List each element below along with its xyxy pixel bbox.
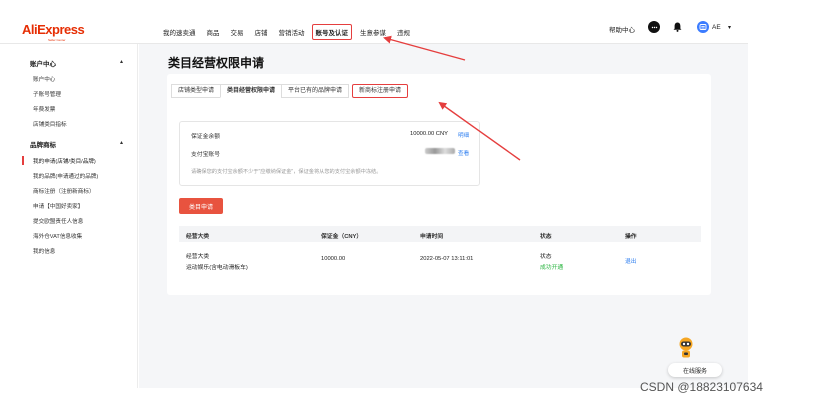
watermark: CSDN @18823107634 xyxy=(640,380,763,394)
table-header: 经营大类 保证金（CNY） 申请时间 状态 操作 xyxy=(179,226,701,242)
sidebar-item-sub-accounts[interactable]: 子账号管理 xyxy=(33,90,61,98)
alipay-view-link[interactable]: 查看 xyxy=(458,149,469,157)
tab-category-permission[interactable]: 类目经营权限申请 xyxy=(220,84,282,98)
help-center-link[interactable]: 帮助中心 xyxy=(609,24,635,34)
row-deposit: 10000.00 xyxy=(321,256,346,262)
nav-products[interactable]: 商品 xyxy=(207,27,220,37)
sidebar-item-my-applications[interactable]: 我的申请(店铺/类目/品牌) xyxy=(33,157,96,165)
column-header-deposit: 保证金（CNY） xyxy=(321,234,363,240)
main-nav: 我的速卖通 商品 交易 店铺 营销活动 账号及认证 生意参谋 违规 xyxy=(163,24,421,40)
sidebar: 账户中心 ▴ 账户中心 子账号管理 年费发票 店铺类目指标 品牌商标 ▴ 我的申… xyxy=(22,44,138,388)
nav-marketing[interactable]: 营销活动 xyxy=(279,27,305,37)
row-status-label: 状态 xyxy=(540,254,552,260)
row-subcategory: 运动娱乐(含电动滑板车) xyxy=(186,265,248,271)
nav-business-advisor[interactable]: 生意参谋 xyxy=(360,27,386,37)
tab-bar: 店铺类型申请 类目经营权限申请 平台已有的品牌申请 新商标注册申请 xyxy=(171,84,409,98)
sidebar-group-account-center[interactable]: 账户中心 xyxy=(30,58,56,68)
deposit-details-link[interactable]: 明细 xyxy=(458,131,469,139)
page-title: 类目经营权限申请 xyxy=(168,56,265,70)
nav-my-aliexpress[interactable]: 我的速卖通 xyxy=(163,27,196,37)
chevron-down-icon[interactable]: ▾ xyxy=(728,24,731,31)
column-header-apply-time: 申请时间 xyxy=(420,234,444,240)
online-service-widget[interactable]: 在线服务 xyxy=(668,337,726,377)
deposit-balance-label: 保证金余额 xyxy=(191,134,220,140)
sidebar-item-store-category-metrics[interactable]: 店铺类目指标 xyxy=(33,120,67,128)
row-status-value: 成功开通 xyxy=(540,265,564,271)
deposit-note: 请确保您的支付宝余额不少于"应缴纳保证金"，保证金将从您的支付宝余额中冻结。 xyxy=(191,169,382,175)
tab-new-trademark-registration[interactable]: 新商标注册申请 xyxy=(352,84,409,98)
column-header-actions: 操作 xyxy=(625,234,637,240)
deposit-balance-value: 10000.00 CNY xyxy=(410,131,449,137)
tab-existing-brand-application[interactable]: 平台已有的品牌申请 xyxy=(281,84,350,98)
bell-icon[interactable] xyxy=(671,21,683,33)
row-apply-time: 2022-05-07 13:11:01 xyxy=(420,256,474,262)
chevron-up-icon[interactable]: ▴ xyxy=(120,139,123,146)
nav-account-certification[interactable]: 账号及认证 xyxy=(311,24,352,40)
sidebar-item-overseas-vat[interactable]: 海外仓VAT信息收集 xyxy=(33,232,82,240)
sidebar-item-annual-fee-invoice[interactable]: 年费发票 xyxy=(33,105,55,113)
robot-mascot-icon xyxy=(679,337,693,358)
avatar-icon[interactable] xyxy=(697,21,709,33)
deposit-info-box: 保证金余额 10000.00 CNY 明细 支付宝账号 查看 请确保您的支付宝余… xyxy=(179,121,480,186)
category-apply-button[interactable]: 类目申请 xyxy=(179,198,223,214)
nav-orders[interactable]: 交易 xyxy=(231,27,244,37)
column-header-status: 状态 xyxy=(540,234,552,240)
logo-subtitle: Seller Center xyxy=(48,38,66,42)
alipay-account-masked xyxy=(425,148,455,154)
sidebar-item-good-seller[interactable]: 申请【中国好卖家】 xyxy=(33,202,83,210)
tab-store-type-application[interactable]: 店铺类型申请 xyxy=(171,84,221,98)
column-header-category: 经营大类 xyxy=(186,234,210,240)
chat-icon[interactable] xyxy=(648,21,660,33)
alipay-account-label: 支付宝账号 xyxy=(191,152,220,158)
chevron-up-icon[interactable]: ▴ xyxy=(120,58,123,65)
sidebar-item-account-center[interactable]: 账户中心 xyxy=(33,75,55,83)
sidebar-item-my-brands[interactable]: 我的品牌(申请通过的品牌) xyxy=(33,172,98,180)
aliexpress-logo[interactable]: AliExpress xyxy=(22,22,85,37)
nav-store[interactable]: 店铺 xyxy=(255,27,268,37)
exit-button[interactable]: 退出 xyxy=(625,256,637,265)
nav-violations[interactable]: 违规 xyxy=(397,27,410,37)
active-indicator xyxy=(22,156,24,165)
row-category: 经营大类 xyxy=(186,254,210,260)
sidebar-item-trademark-registration[interactable]: 商标注册（注册新商标） xyxy=(33,187,95,195)
online-service-button[interactable]: 在线服务 xyxy=(668,363,722,377)
sidebar-item-my-info[interactable]: 我的信息 xyxy=(33,247,55,255)
sidebar-group-brand-trademark[interactable]: 品牌商标 xyxy=(30,139,56,149)
sidebar-item-eu-responsible-person[interactable]: 提交欧盟责任人信息 xyxy=(33,217,83,225)
top-navigation-bar: AliExpress Seller Center 我的速卖通 商品 交易 店铺 … xyxy=(0,13,748,44)
user-name[interactable]: AE xyxy=(712,24,721,31)
